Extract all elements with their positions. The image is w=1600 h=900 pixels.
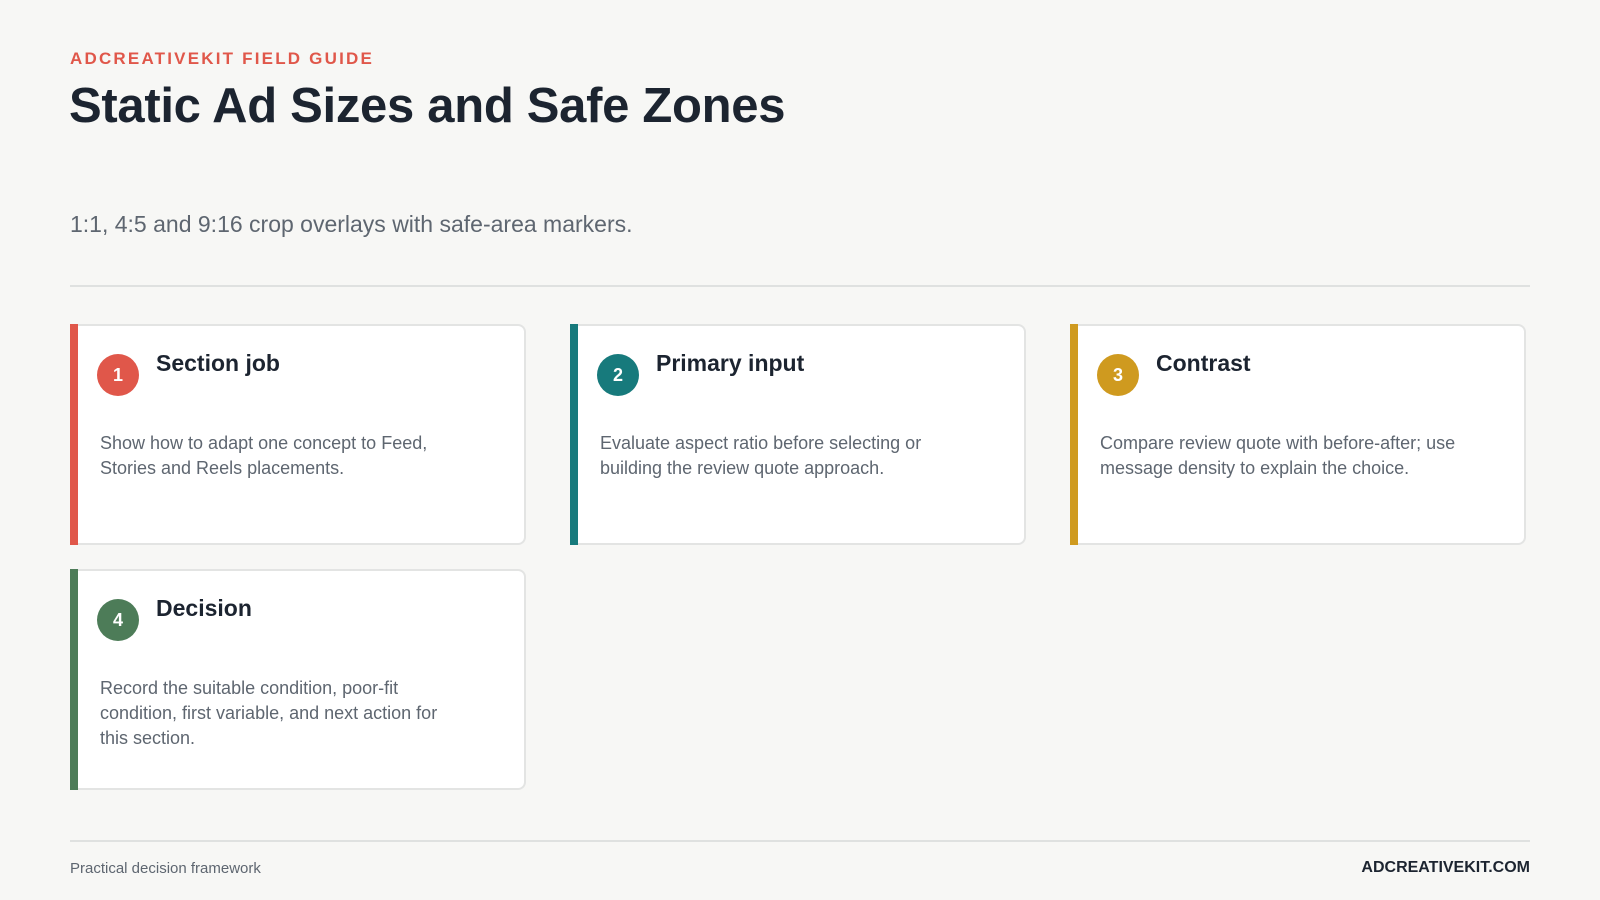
page-subtitle: 1:1, 4:5 and 9:16 crop overlays with saf…	[70, 211, 633, 237]
card-title: Section job	[156, 350, 280, 376]
card-primary-input: 2 Primary input Evaluate aspect ratio be…	[570, 324, 1026, 545]
card-body: Record the suitable condition, poor-fit …	[100, 678, 438, 748]
step-number-badge: 2	[597, 354, 639, 396]
eyebrow-label: ADCREATIVEKIT FIELD GUIDE	[70, 49, 375, 68]
slide: ADCREATIVEKIT FIELD GUIDE Static Ad Size…	[0, 0, 1600, 900]
card-accent-bar	[70, 324, 78, 545]
step-number-badge: 3	[1097, 354, 1139, 396]
page-title: Static Ad Sizes and Safe Zones	[69, 79, 786, 133]
card-body: Show how to adapt one concept to Feed, S…	[100, 433, 428, 478]
card-accent-bar	[570, 324, 578, 545]
top-divider	[70, 285, 1530, 287]
step-number-badge: 1	[97, 354, 139, 396]
card-body: Compare review quote with before-after; …	[1100, 433, 1456, 478]
card-title: Contrast	[1156, 350, 1251, 376]
bottom-divider	[70, 840, 1530, 842]
card-section-job: 1 Section job Show how to adapt one conc…	[70, 324, 526, 545]
card-decision: 4 Decision Record the suitable condition…	[70, 569, 526, 790]
card-title: Decision	[156, 595, 252, 621]
footer-brand: ADCREATIVEKIT.COM	[1361, 859, 1530, 876]
card-title: Primary input	[656, 350, 805, 376]
card-accent-bar	[70, 569, 78, 790]
card-accent-bar	[1070, 324, 1078, 545]
card-body: Evaluate aspect ratio before selecting o…	[600, 433, 922, 478]
step-number-badge: 4	[97, 599, 139, 641]
footer-caption: Practical decision framework	[70, 860, 261, 877]
card-contrast: 3 Contrast Compare review quote with bef…	[1070, 324, 1526, 545]
